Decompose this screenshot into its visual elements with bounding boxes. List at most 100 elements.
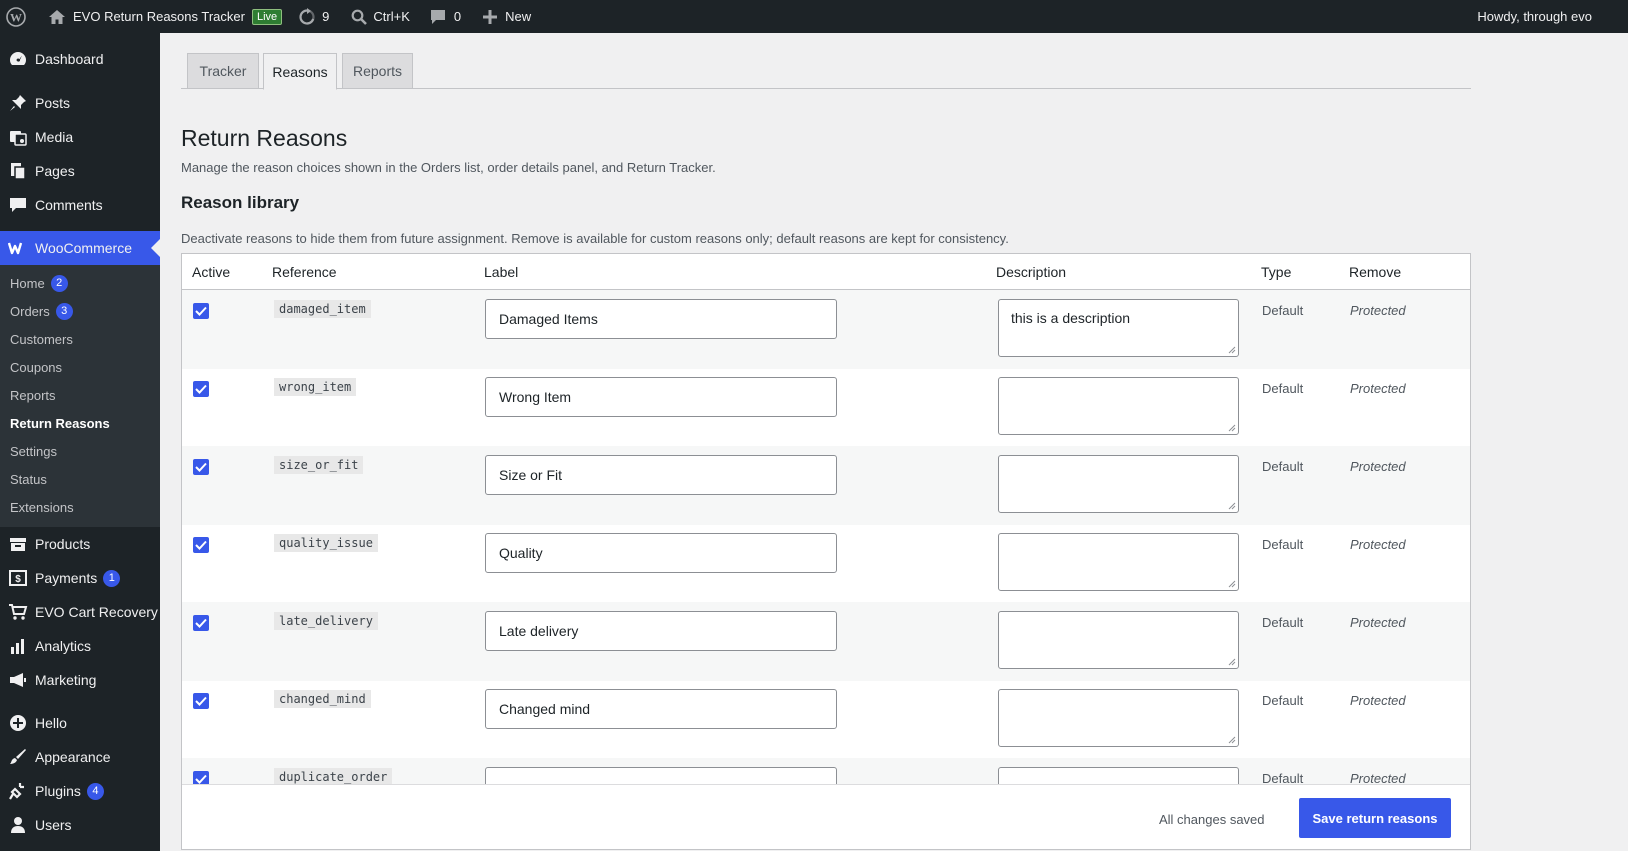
tab-tracker[interactable]: Tracker: [187, 53, 259, 89]
resize-grip-icon[interactable]: [1228, 580, 1236, 588]
active-checkbox[interactable]: [193, 615, 209, 631]
command-search[interactable]: Ctrl+K: [337, 0, 417, 33]
tab-reports-label: Reports: [352, 63, 403, 79]
menu-appearance[interactable]: Appearance: [0, 740, 160, 774]
tab-reports[interactable]: Reports: [342, 53, 413, 89]
site-name-link[interactable]: EVO Return Reasons Tracker Live: [34, 0, 290, 33]
search-icon: [351, 9, 368, 25]
megaphone-icon: [8, 670, 28, 690]
submenu-extensions-label: Extensions: [10, 499, 74, 515]
checkmark-icon: [195, 384, 207, 394]
section-description: Deactivate reasons to hide them from fut…: [181, 231, 1009, 246]
comments-link[interactable]: 0: [418, 0, 469, 33]
menu-analytics-label: Analytics: [35, 638, 92, 654]
header-remove: Remove: [1349, 264, 1402, 280]
pages-icon: [8, 161, 28, 181]
menu-evo-cart-recovery[interactable]: EVO Cart Recovery: [0, 595, 160, 629]
menu-plugins[interactable]: Plugins 4: [0, 774, 160, 808]
remove-status: Protected: [1350, 615, 1406, 630]
new-content-link[interactable]: New: [469, 0, 539, 33]
reasons-table: Active Reference Label Description Type …: [181, 253, 1471, 850]
wordpress-logo-icon[interactable]: W: [0, 0, 34, 33]
active-checkbox[interactable]: [193, 381, 209, 397]
tab-tracker-label: Tracker: [199, 63, 247, 79]
resize-grip-icon[interactable]: [1228, 424, 1236, 432]
menu-woocommerce-label: WooCommerce: [35, 240, 132, 256]
menu-hello[interactable]: Hello: [0, 706, 160, 740]
updates-icon: [298, 7, 316, 26]
menu-products[interactable]: Products: [0, 527, 160, 561]
menu-dashboard[interactable]: Dashboard: [0, 42, 160, 76]
reference-code: late_delivery: [274, 612, 378, 630]
page-description: Manage the reason choices shown in the O…: [181, 160, 716, 175]
table-row: quality_issue Quality Default Protected: [182, 524, 1470, 603]
live-badge: Live: [251, 8, 283, 25]
resize-grip-icon[interactable]: [1228, 736, 1236, 744]
label-input[interactable]: Size or Fit: [485, 455, 837, 495]
menu-payments[interactable]: $ Payments 1: [0, 561, 160, 595]
resize-grip-icon[interactable]: [1228, 658, 1236, 666]
updates-link[interactable]: 9: [290, 0, 337, 33]
submenu-settings[interactable]: Settings: [0, 437, 160, 465]
header-type: Type: [1261, 264, 1292, 280]
description-textarea[interactable]: [998, 455, 1239, 513]
description-textarea[interactable]: [998, 611, 1239, 669]
description-text: this is a description: [1011, 310, 1131, 326]
submenu-reports[interactable]: Reports: [0, 381, 160, 409]
comments-count: 0: [453, 9, 462, 24]
submenu-return-reasons[interactable]: Return Reasons: [0, 409, 160, 437]
submenu-customers[interactable]: Customers: [0, 325, 160, 353]
label-input[interactable]: Quality: [485, 533, 837, 573]
submenu-reports-label: Reports: [10, 387, 56, 403]
menu-analytics[interactable]: Analytics: [0, 629, 160, 663]
active-checkbox[interactable]: [193, 693, 209, 709]
menu-woocommerce[interactable]: WooCommerce: [0, 231, 160, 265]
submenu-extensions[interactable]: Extensions: [0, 493, 160, 521]
checkmark-icon: [195, 306, 207, 316]
submenu-home[interactable]: Home 2: [0, 269, 160, 297]
plugin-icon: [8, 781, 28, 801]
label-input[interactable]: Late delivery: [485, 611, 837, 651]
resize-grip-icon[interactable]: [1228, 346, 1236, 354]
menu-users[interactable]: Users: [0, 808, 160, 842]
main-content: Tracker Reasons Reports Return Reasons M…: [160, 33, 1628, 851]
menu-users-label: Users: [35, 817, 72, 833]
description-textarea[interactable]: this is a description: [998, 299, 1239, 357]
label-input[interactable]: Wrong Item: [485, 377, 837, 417]
reference-code: damaged_item: [274, 300, 371, 318]
description-textarea[interactable]: [998, 377, 1239, 435]
tab-reasons[interactable]: Reasons: [263, 53, 337, 90]
my-account-link[interactable]: Howdy, through evo: [1469, 0, 1628, 33]
description-textarea[interactable]: [998, 689, 1239, 747]
label-input[interactable]: Damaged Items: [485, 299, 837, 339]
checkmark-icon: [195, 618, 207, 628]
menu-posts[interactable]: Posts: [0, 86, 160, 120]
menu-comments[interactable]: Comments: [0, 188, 160, 222]
save-return-reasons-button[interactable]: Save return reasons: [1299, 798, 1451, 838]
plugins-badge: 4: [86, 782, 104, 800]
new-label: New: [505, 9, 532, 24]
menu-posts-label: Posts: [35, 95, 71, 111]
menu-marketing[interactable]: Marketing: [0, 663, 160, 697]
menu-pages[interactable]: Pages: [0, 154, 160, 188]
tab-reasons-label: Reasons: [272, 63, 328, 80]
save-footer: All changes saved Save return reasons: [182, 784, 1470, 849]
menu-media[interactable]: Media: [0, 120, 160, 154]
description-textarea[interactable]: [998, 533, 1239, 591]
active-checkbox[interactable]: [193, 303, 209, 319]
resize-grip-icon[interactable]: [1228, 502, 1236, 510]
submenu-coupons[interactable]: Coupons: [0, 353, 160, 381]
woocommerce-icon: [8, 238, 28, 258]
active-checkbox[interactable]: [193, 459, 209, 475]
active-checkbox[interactable]: [193, 537, 209, 553]
submenu-status[interactable]: Status: [0, 465, 160, 493]
dashboard-icon: [8, 49, 28, 69]
submenu-orders[interactable]: Orders 3: [0, 297, 160, 325]
admin-sidebar: Dashboard Posts Media Pages Comments Woo…: [0, 33, 160, 851]
payments-badge: 1: [103, 569, 121, 587]
menu-media-label: Media: [35, 129, 74, 145]
type-text: Default: [1262, 537, 1304, 552]
label-input[interactable]: Changed mind: [485, 689, 837, 729]
checkmark-icon: [195, 696, 207, 706]
header-active: Active: [192, 264, 231, 280]
